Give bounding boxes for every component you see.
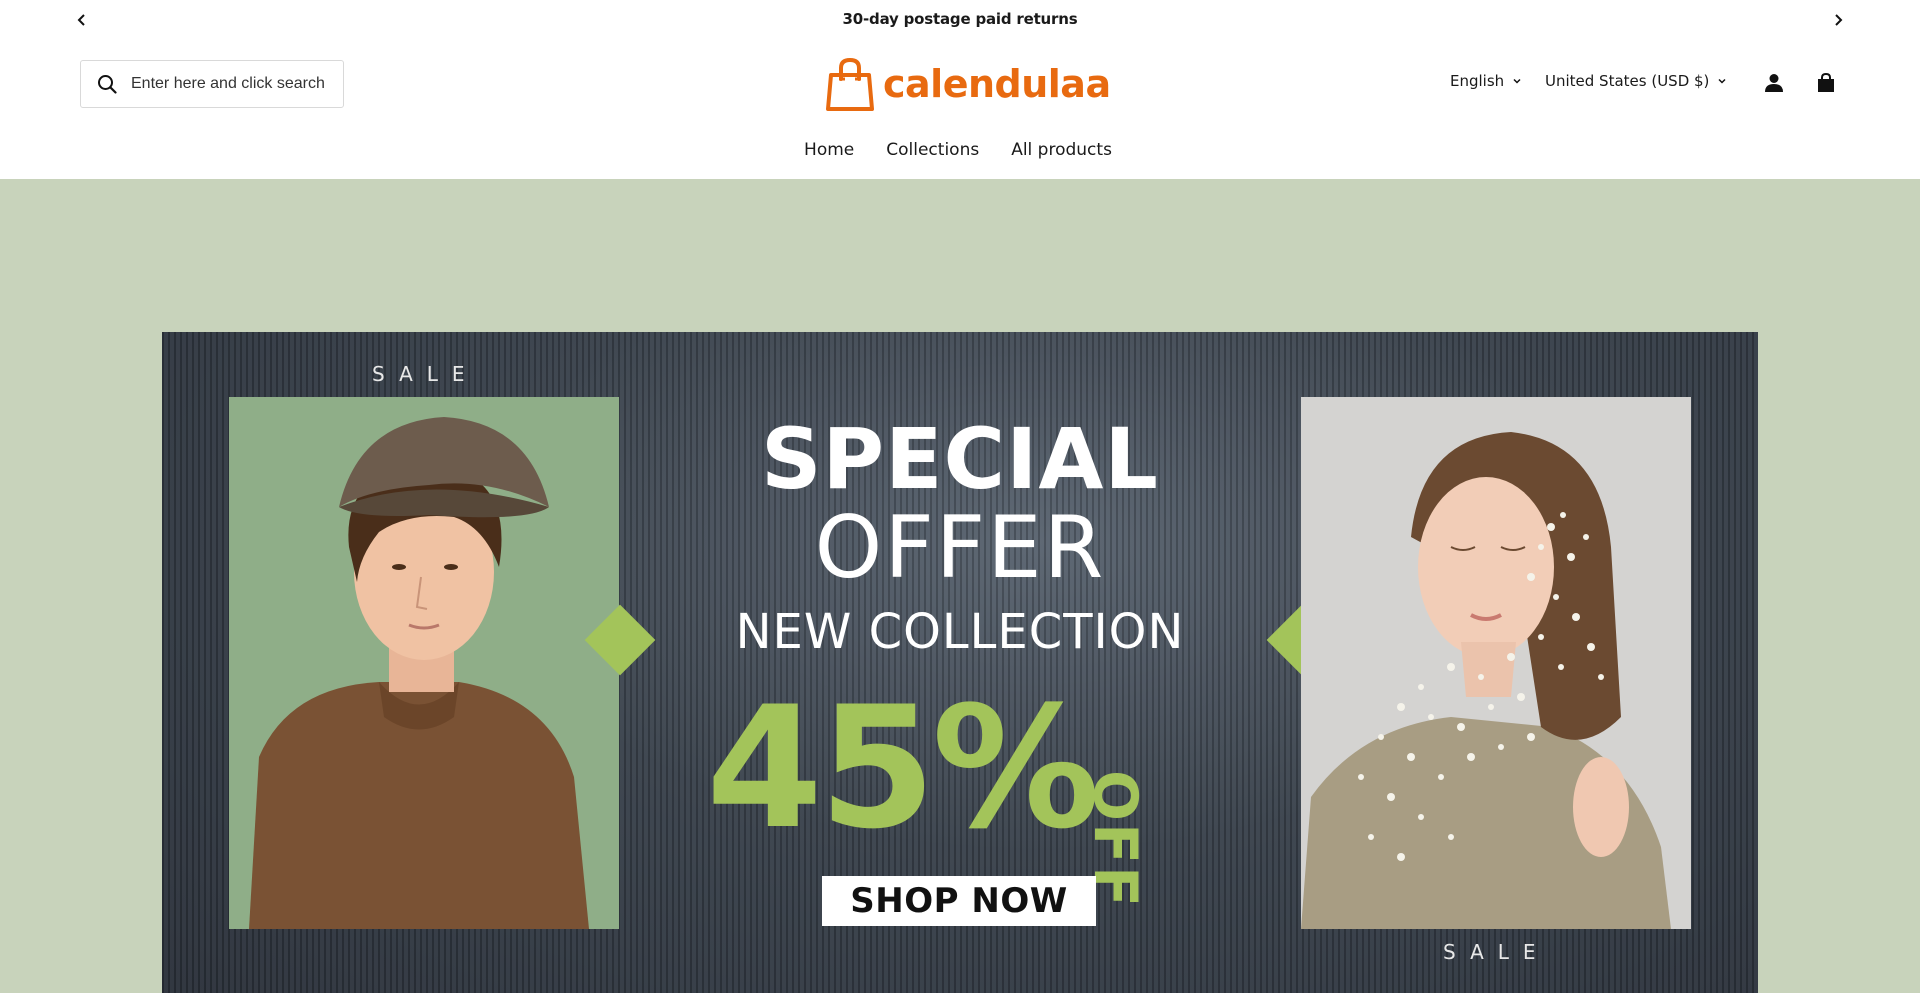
nav-item-all-products[interactable]: All products [1011, 140, 1112, 160]
user-icon[interactable] [1761, 70, 1787, 96]
currency-selector[interactable]: United States (USD $) [1545, 72, 1727, 90]
chevron-right-icon[interactable] [1826, 8, 1850, 32]
shopping-bag-icon [826, 57, 874, 111]
nav-item-collections[interactable]: Collections [886, 140, 979, 160]
headline-offer: OFFER [814, 498, 1106, 598]
shop-now-button[interactable]: SHOP NOW [822, 876, 1096, 926]
search-input[interactable] [131, 75, 331, 93]
cart-icon[interactable] [1813, 70, 1839, 96]
logo-wordmark: calendulaa [883, 62, 1111, 106]
hero-section: SALE SPECIAL OFFER NEW COLLECTION 45% OF… [0, 179, 1920, 993]
chevron-down-icon [1512, 76, 1522, 86]
announcement-bar: 30-day postage paid returns [0, 0, 1920, 40]
site-logo[interactable]: calendulaa [825, 56, 1111, 112]
search-icon[interactable] [95, 72, 119, 96]
currency-value: United States (USD $) [1545, 72, 1710, 90]
nav-item-home[interactable]: Home [804, 140, 854, 160]
promo-banner[interactable]: SALE SPECIAL OFFER NEW COLLECTION 45% OF… [162, 332, 1758, 993]
sale-label-bottom: SALE [1443, 940, 1550, 964]
announcement-message: 30-day postage paid returns [842, 10, 1078, 28]
language-selector[interactable]: English [1450, 72, 1522, 90]
headline-special: SPECIAL [761, 410, 1159, 508]
model-photo-woman [1301, 397, 1691, 929]
search-box[interactable] [80, 60, 344, 108]
chevron-down-icon [1717, 76, 1727, 86]
discount-value: 45% [706, 670, 1100, 866]
headline-new-collection: NEW COLLECTION [735, 604, 1185, 660]
main-nav: Home Collections All products [0, 140, 1920, 160]
sale-label-top: SALE [372, 362, 479, 386]
language-value: English [1450, 72, 1505, 90]
